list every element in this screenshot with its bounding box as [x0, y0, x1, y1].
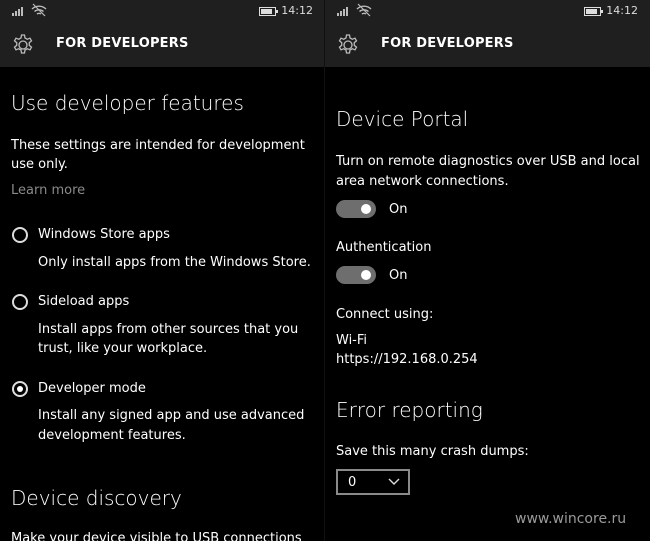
radio-windows-store-apps[interactable] — [12, 227, 28, 243]
authentication-toggle[interactable] — [336, 266, 376, 284]
option-desc-developer-mode-line1: Install any signed app and use advanced — [38, 408, 305, 423]
left-screen: 14:12 FOR DEVELOPERS Use developer featu… — [0, 0, 325, 541]
option-desc-developer-mode-line2: development features. — [38, 428, 186, 443]
radio-developer-mode[interactable] — [12, 381, 28, 397]
wifi-icon — [356, 3, 372, 17]
page-title: FOR DEVELOPERS — [381, 36, 514, 51]
page-header: FOR DEVELOPERS — [0, 22, 325, 67]
device-discovery-text: Make your device visible to USB connecti… — [11, 531, 302, 541]
option-label-windows-store-apps[interactable]: Windows Store apps — [38, 225, 170, 245]
crash-dumps-select[interactable]: 0 — [336, 469, 410, 495]
option-desc-sideload-apps-line2: trust, like your workplace. — [38, 341, 208, 356]
watermark: www.wincore.ru — [515, 511, 627, 527]
signal-icon — [337, 7, 351, 16]
chevron-down-icon — [388, 478, 400, 485]
battery-icon — [584, 7, 603, 16]
authentication-toggle-state: On — [389, 268, 408, 283]
option-desc-sideload-apps-line1: Install apps from other sources that you — [38, 322, 299, 337]
wifi-icon — [31, 3, 47, 17]
crash-dumps-label: Save this many crash dumps: — [336, 444, 529, 459]
option-label-sideload-apps[interactable]: Sideload apps — [38, 292, 129, 312]
gear-icon — [13, 34, 33, 54]
section-title-device-discovery: Device discovery — [11, 486, 182, 510]
device-portal-toggle[interactable] — [336, 200, 376, 218]
section-title-developer-features: Use developer features — [11, 91, 244, 115]
option-label-developer-mode[interactable]: Developer mode — [38, 379, 146, 399]
intro-text-line2: use only. — [11, 157, 68, 172]
section-title-error-reporting: Error reporting — [336, 398, 483, 422]
page-header: FOR DEVELOPERS — [325, 22, 650, 67]
authentication-label: Authentication — [336, 240, 432, 255]
crash-dumps-value: 0 — [348, 475, 357, 490]
section-title-device-portal: Device Portal — [336, 107, 469, 131]
right-screen: 14:12 FOR DEVELOPERS Device Portal Turn … — [325, 0, 650, 541]
radio-sideload-apps[interactable] — [12, 294, 28, 310]
learn-more-link[interactable]: Learn more — [11, 181, 85, 201]
status-time: 14:12 — [606, 4, 638, 17]
connect-using-label: Connect using: — [336, 307, 434, 322]
intro-text-line1: These settings are intended for developm… — [11, 138, 305, 153]
gear-icon — [338, 34, 358, 54]
device-portal-text-line1: Turn on remote diagnostics over USB and … — [336, 154, 640, 169]
status-time: 14:12 — [281, 4, 313, 17]
connect-type: Wi-Fi — [336, 333, 368, 348]
signal-icon — [12, 7, 26, 16]
status-bar: 14:12 — [0, 0, 325, 22]
device-portal-toggle-state: On — [389, 202, 408, 217]
device-portal-text-line2: area network connections. — [336, 174, 509, 189]
connect-url: https://192.168.0.254 — [336, 352, 478, 367]
page-title: FOR DEVELOPERS — [56, 36, 189, 51]
status-bar: 14:12 — [325, 0, 650, 22]
option-desc-windows-store-apps: Only install apps from the Windows Store… — [38, 255, 311, 270]
battery-icon — [259, 7, 278, 16]
